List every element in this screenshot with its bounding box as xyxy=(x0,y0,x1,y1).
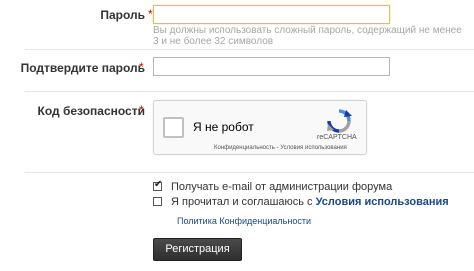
security-code-label: Код безопасности xyxy=(37,104,145,118)
checkmark-icon: ✔ xyxy=(154,179,163,190)
password-required-mark: * xyxy=(148,7,153,21)
confirm-password-input[interactable] xyxy=(153,57,390,76)
register-button[interactable]: Регистрация xyxy=(153,238,242,261)
password-input[interactable] xyxy=(153,5,390,24)
terms-link[interactable]: Условия использования xyxy=(316,196,449,208)
privacy-policy-link[interactable]: Политика Конфиденциальности xyxy=(177,216,311,226)
confirm-password-label: Подтвердите пароль xyxy=(20,61,145,75)
divider xyxy=(25,91,474,92)
confirm-password-required-mark: * xyxy=(139,60,144,74)
admin-email-checkbox[interactable]: ✔ xyxy=(153,179,163,191)
recaptcha-checkbox-label: Я не робот xyxy=(193,120,254,134)
terms-checkbox[interactable] xyxy=(153,197,162,206)
recaptcha-checkbox[interactable] xyxy=(163,117,184,138)
terms-text: Я прочитал и соглашаюсь с xyxy=(171,196,313,208)
recaptcha-brand: reCAPTCHA xyxy=(317,134,357,141)
recaptcha-widget: Я не робот reCAPTCHA Конфиденциальность … xyxy=(153,100,367,155)
password-hint: Вы должны использовать сложный пароль, с… xyxy=(153,25,462,47)
divider xyxy=(25,172,474,173)
security-code-required-mark: * xyxy=(139,103,144,117)
password-label: Пароль xyxy=(100,8,145,22)
divider xyxy=(25,49,474,50)
recaptcha-links[interactable]: Конфиденциальность - Условия использован… xyxy=(214,145,347,151)
admin-email-label: Получать e-mail от администрации форума xyxy=(171,181,393,193)
terms-label: Я прочитал и соглашаюсь с Условия исполь… xyxy=(171,196,449,208)
recaptcha-logo-icon xyxy=(327,109,352,133)
